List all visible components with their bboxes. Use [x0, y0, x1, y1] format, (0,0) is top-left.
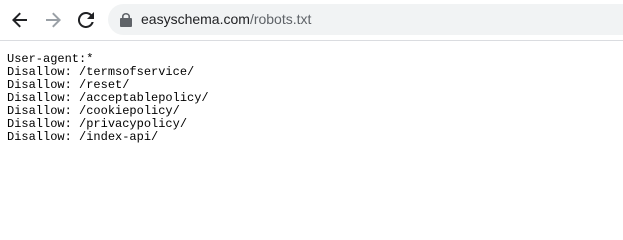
forward-button[interactable]: [40, 7, 66, 33]
url-text[interactable]: easyschema.com/robots.txt: [141, 11, 311, 28]
toolbar-divider: [0, 40, 623, 41]
url-path: /robots.txt: [249, 11, 312, 27]
address-bar[interactable]: easyschema.com/robots.txt: [108, 4, 623, 35]
arrow-left-icon: [12, 12, 27, 28]
reload-button[interactable]: [73, 7, 99, 33]
browser-toolbar: easyschema.com/robots.txt: [0, 0, 623, 40]
url-host: easyschema.com: [141, 11, 250, 27]
robots-txt-content: User-agent:* Disallow: /termsofservice/Di…: [7, 53, 209, 144]
lock-icon[interactable]: [120, 13, 132, 27]
reload-icon: [78, 12, 94, 28]
arrow-right-icon: [46, 12, 61, 28]
back-button[interactable]: [7, 7, 33, 33]
text-line: Disallow: /index-api/: [7, 130, 159, 144]
